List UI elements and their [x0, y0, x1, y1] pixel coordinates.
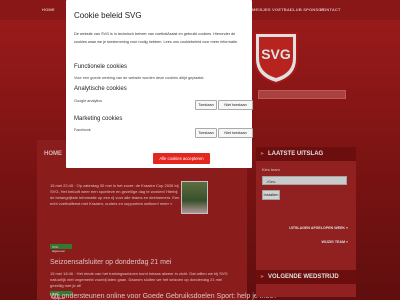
- deny-analytics-button[interactable]: Niet toestaan: [218, 100, 253, 110]
- accept-all-cookies-button[interactable]: Alle cookies accepteren: [153, 153, 210, 164]
- section-desc-marketing: Facebook: [74, 128, 91, 132]
- section-desc-analytisch: Google analytics: [74, 99, 103, 103]
- allow-analytics-button[interactable]: Toestaan: [195, 100, 217, 110]
- cookie-modal: Cookie beleid SVG De website van SVG is …: [66, 0, 253, 168]
- section-desc-functioneel: Voor een goede werking van de website wo…: [74, 76, 205, 80]
- allow-marketing-button[interactable]: Toestaan: [195, 128, 217, 138]
- modal-intro-text: De website van SVG is in technisch behee…: [74, 32, 238, 44]
- section-title-marketing: Marketing cookies: [74, 116, 123, 122]
- section-title-analytisch: Analytische cookies: [74, 86, 127, 92]
- section-title-functioneel: Functionele cookies: [74, 64, 128, 70]
- deny-marketing-button[interactable]: Niet toestaan: [218, 128, 253, 138]
- modal-title: Cookie beleid SVG: [74, 11, 142, 20]
